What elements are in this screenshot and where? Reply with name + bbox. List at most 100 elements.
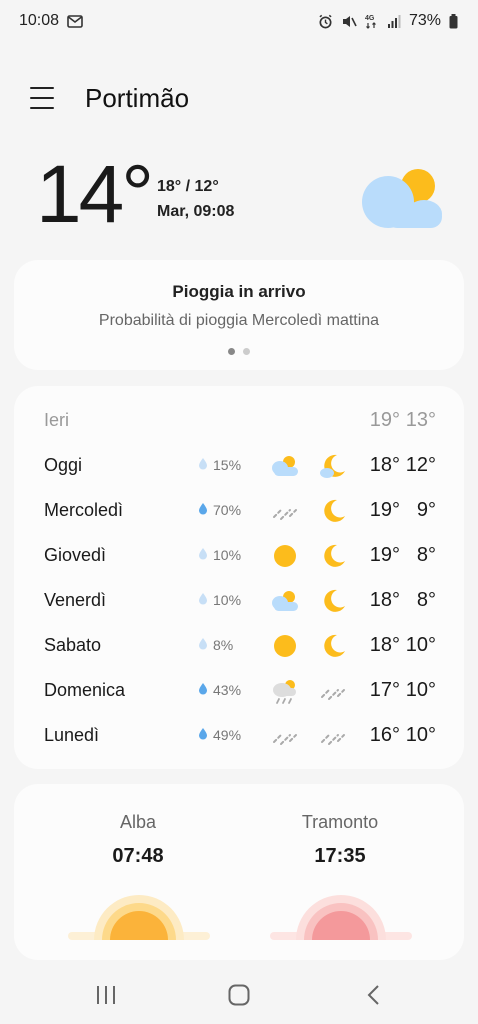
forecast-high: 18° bbox=[369, 634, 400, 656]
cloudy-moon-icon bbox=[318, 451, 348, 481]
forecast-high: 19° bbox=[369, 409, 400, 431]
moon-icon bbox=[318, 541, 348, 571]
forecast-low: 10° bbox=[405, 679, 436, 701]
sun-shower-icon bbox=[270, 676, 300, 706]
sunrise-block: Alba 07:48 bbox=[48, 812, 228, 868]
app-header: Portimão bbox=[0, 74, 478, 122]
precipitation: 15% bbox=[198, 457, 241, 473]
forecast-day: Oggi bbox=[44, 455, 83, 475]
recent-apps-icon[interactable] bbox=[91, 980, 121, 1010]
current-temperature: 14° bbox=[36, 149, 154, 240]
moon-icon bbox=[318, 586, 348, 616]
raindrop-icon bbox=[198, 637, 208, 653]
sunrise-label: Alba bbox=[119, 812, 157, 832]
precipitation: 10% bbox=[198, 592, 241, 608]
raindrop-icon bbox=[198, 682, 208, 698]
forecast-day: Sabato bbox=[44, 635, 102, 655]
forecast-day: Ieri bbox=[44, 410, 70, 430]
sunrise-time: 07:48 bbox=[112, 845, 164, 867]
city-name[interactable]: Portimão bbox=[85, 83, 189, 114]
moon-icon bbox=[318, 631, 348, 661]
forecast-day: Mercoledì bbox=[44, 500, 124, 520]
battery-icon bbox=[449, 13, 458, 29]
forecast-high: 16° bbox=[369, 724, 400, 746]
forecast-low: 8° bbox=[416, 544, 436, 566]
daily-forecast-card[interactable]: Ieri 19° 13° Oggi 15% 18° 12° Mercoledì 70% 19… bbox=[14, 386, 464, 769]
forecast-low: 9° bbox=[416, 499, 436, 521]
forecast-row[interactable]: Giovedì 10% 19° 8° bbox=[14, 533, 464, 578]
precipitation-value: 70% bbox=[213, 502, 242, 518]
precipitation: 43% bbox=[198, 682, 241, 698]
rain-icon bbox=[318, 721, 348, 751]
precipitation-value: 10% bbox=[213, 592, 242, 608]
raindrop-icon bbox=[198, 457, 208, 473]
raindrop-icon bbox=[198, 727, 208, 743]
forecast-day: Lunedì bbox=[44, 725, 100, 745]
forecast-day: Venerdì bbox=[44, 590, 107, 610]
precipitation: 10% bbox=[198, 547, 241, 563]
forecast-row[interactable]: Sabato 8% 18° 10° bbox=[14, 623, 464, 668]
navigation-bar bbox=[0, 966, 478, 1024]
alert-title: Pioggia in arrivo bbox=[172, 282, 306, 301]
forecast-day: Giovedì bbox=[44, 545, 107, 565]
forecast-low: 8° bbox=[416, 589, 436, 611]
forecast-high: 18° bbox=[369, 589, 400, 611]
current-datetime: Mar, 09:08 bbox=[157, 203, 235, 220]
sunrise-icon bbox=[68, 895, 210, 940]
partly-cloudy-icon bbox=[270, 451, 300, 481]
status-bar: 10:08 4G 73% bbox=[0, 0, 478, 42]
forecast-low: 10° bbox=[405, 634, 436, 656]
forecast-row[interactable]: Lunedì 49% 16° 10° bbox=[14, 713, 464, 758]
page-dot-2 bbox=[243, 348, 250, 355]
alert-subtitle: Probabilità di pioggia Mercoledì mattina bbox=[98, 312, 380, 329]
mute-icon bbox=[341, 14, 357, 29]
forecast-row[interactable]: Venerdì 10% 18° 8° bbox=[14, 578, 464, 623]
sunset-icon bbox=[270, 895, 412, 940]
svg-text:4G: 4G bbox=[365, 15, 375, 22]
back-icon[interactable] bbox=[359, 980, 389, 1010]
sunrise-sunset-card[interactable]: Alba 07:48 Tramonto 17:35 bbox=[14, 784, 464, 960]
battery-percent: 73% bbox=[408, 12, 441, 29]
home-icon[interactable] bbox=[224, 980, 254, 1010]
current-hi-lo: 18° / 12° bbox=[157, 178, 219, 195]
precipitation: 8% bbox=[198, 637, 233, 653]
raindrop-icon bbox=[198, 547, 208, 563]
forecast-high: 18° bbox=[369, 454, 400, 476]
precipitation: 70% bbox=[198, 502, 241, 518]
rain-icon bbox=[318, 676, 348, 706]
current-weather[interactable]: 14° 18° / 12° Mar, 09:08 bbox=[0, 150, 478, 240]
menu-icon[interactable] bbox=[30, 86, 54, 110]
sunset-time: 17:35 bbox=[314, 845, 366, 867]
network-4g-icon: 4G bbox=[365, 13, 379, 29]
precipitation-value: 43% bbox=[213, 682, 242, 698]
sun-icon bbox=[270, 541, 300, 571]
page-dot-1 bbox=[228, 348, 235, 355]
precipitation: 49% bbox=[198, 727, 241, 743]
forecast-high: 19° bbox=[369, 499, 400, 521]
precipitation-value: 8% bbox=[213, 637, 234, 653]
partly-cloudy-icon bbox=[270, 586, 300, 616]
signal-icon bbox=[387, 14, 401, 28]
precipitation-value: 10% bbox=[213, 547, 242, 563]
sun-icon bbox=[270, 631, 300, 661]
precipitation-value: 49% bbox=[213, 727, 242, 743]
forecast-high: 19° bbox=[369, 544, 400, 566]
forecast-low: 13° bbox=[405, 409, 436, 431]
status-time: 10:08 bbox=[19, 12, 60, 29]
rain-icon bbox=[270, 496, 300, 526]
partly-cloudy-icon bbox=[356, 158, 446, 235]
page-indicator bbox=[14, 348, 464, 355]
forecast-low: 10° bbox=[405, 724, 436, 746]
raindrop-icon bbox=[198, 502, 208, 518]
rain-alert-card[interactable]: Pioggia in arrivo Probabilità di pioggia… bbox=[14, 260, 464, 370]
forecast-row[interactable]: Mercoledì 70% 19° 9° bbox=[14, 488, 464, 533]
precipitation-value: 15% bbox=[213, 457, 242, 473]
forecast-row[interactable]: Domenica 43% 17° 10° bbox=[14, 668, 464, 713]
forecast-high: 17° bbox=[369, 679, 400, 701]
alarm-icon bbox=[318, 14, 333, 29]
forecast-row[interactable]: Oggi 15% 18° 12° bbox=[14, 443, 464, 488]
moon-icon bbox=[318, 496, 348, 526]
forecast-low: 12° bbox=[405, 454, 436, 476]
sunset-block: Tramonto 17:35 bbox=[250, 812, 430, 868]
mail-notification-icon bbox=[67, 14, 83, 28]
